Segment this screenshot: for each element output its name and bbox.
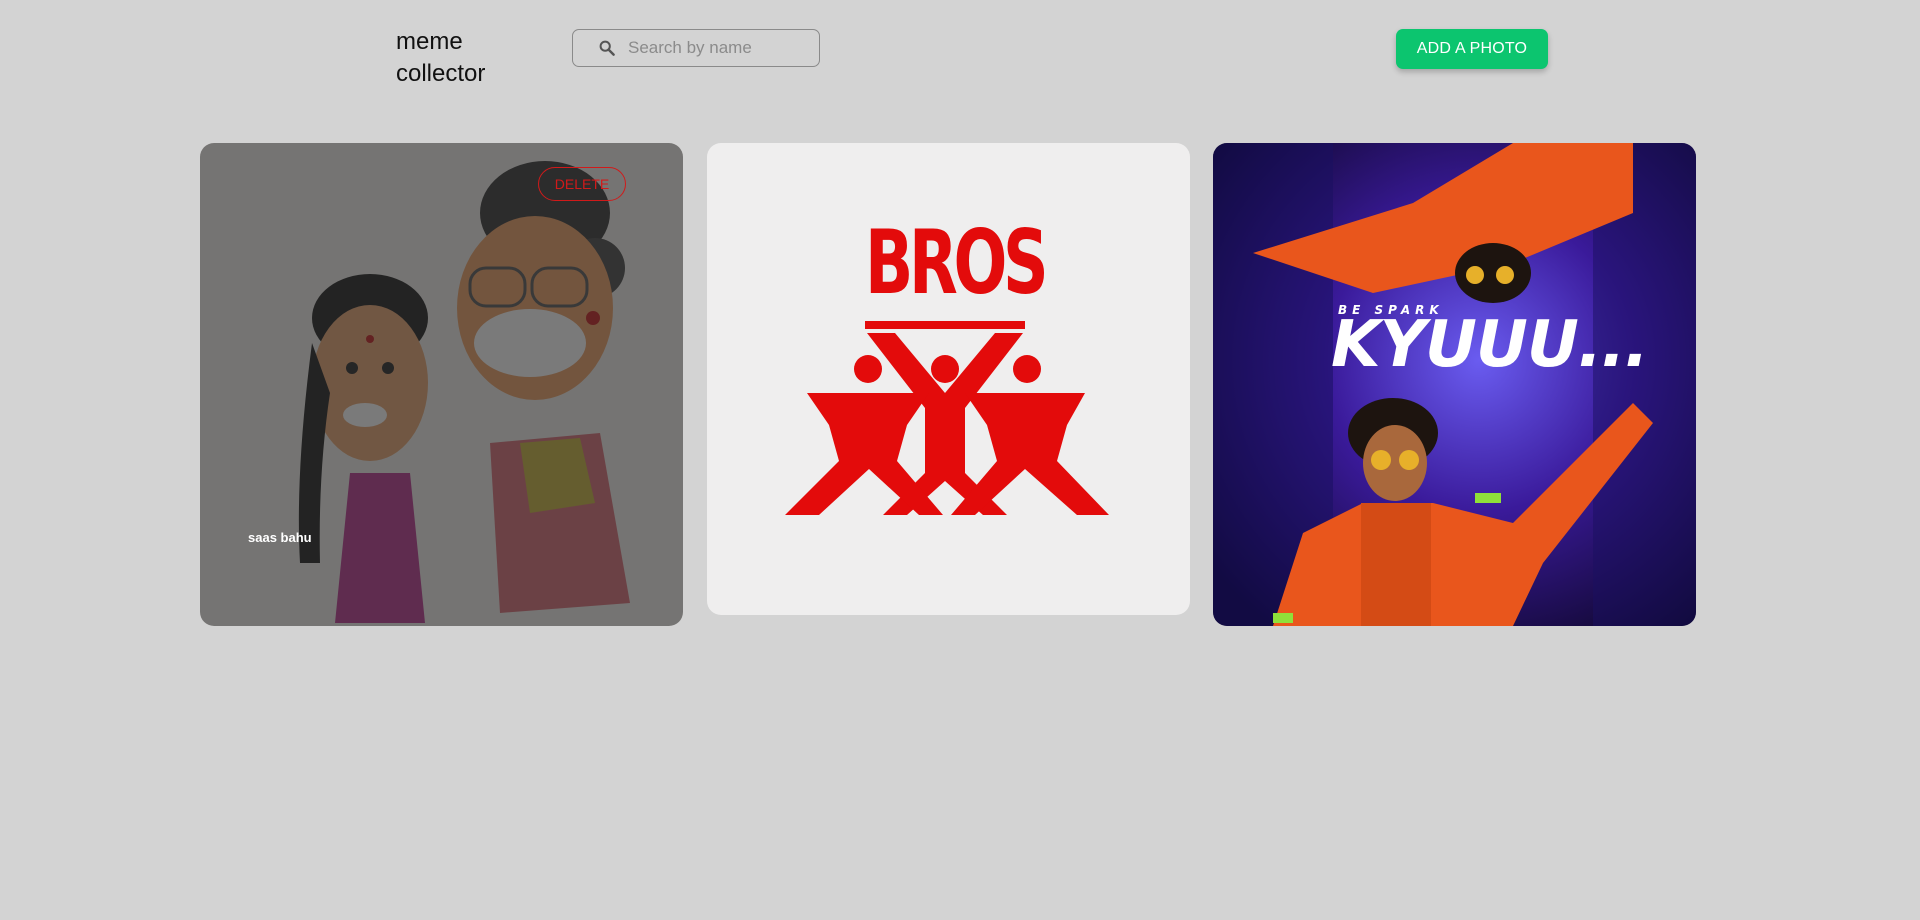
- search-input[interactable]: [626, 37, 810, 59]
- image-text: KYUUU...: [1331, 308, 1649, 382]
- search-icon: [598, 39, 616, 57]
- card-label: saas bahu: [248, 530, 312, 545]
- meme-card-kyuuu[interactable]: BE SPARK KYUUU...: [1213, 143, 1696, 626]
- image-text: BROS: [865, 211, 1049, 314]
- meme-card-saas-bahu[interactable]: DELETE saas bahu: [200, 143, 683, 626]
- header: meme collector ADD A PHOTO: [0, 0, 1920, 120]
- delete-button[interactable]: DELETE: [538, 167, 626, 201]
- app-logo: meme collector: [396, 28, 486, 87]
- add-photo-button[interactable]: ADD A PHOTO: [1396, 29, 1548, 69]
- meme-image: [1213, 143, 1696, 626]
- search-box[interactable]: [572, 29, 820, 67]
- meme-card-bros[interactable]: BROS: [707, 143, 1190, 615]
- hover-overlay: [200, 143, 683, 626]
